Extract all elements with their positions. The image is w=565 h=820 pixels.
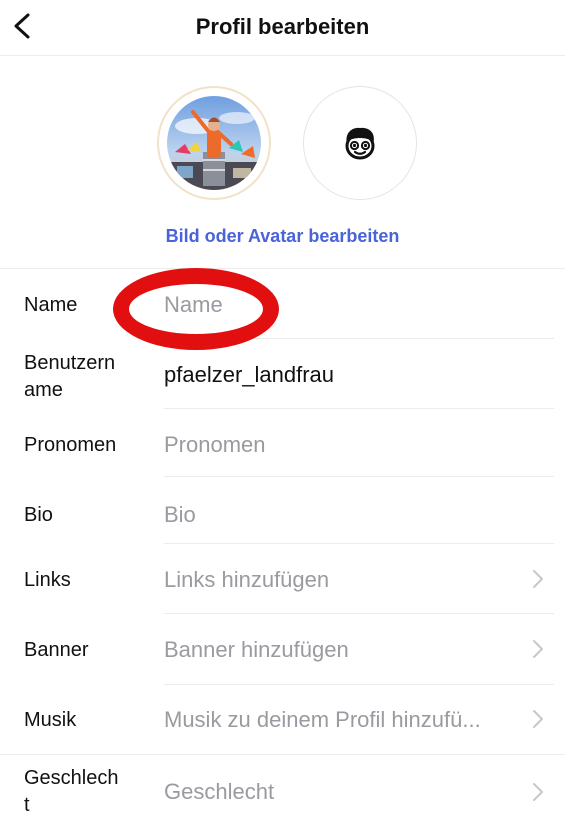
username-label-line2: ame: [24, 379, 63, 401]
row-name[interactable]: [0, 270, 565, 338]
pronouns-input[interactable]: Pronomen: [164, 432, 266, 458]
name-label: Name: [24, 294, 78, 316]
gender-label-line1: Geschlech: [24, 767, 119, 789]
pronouns-label: Pronomen: [24, 434, 117, 456]
chevron-right-icon: [533, 783, 543, 801]
profile-photo[interactable]: [157, 86, 271, 200]
links-label: Links: [24, 569, 71, 591]
gender-input[interactable]: Geschlecht: [164, 779, 274, 805]
username-label-line1: Benutzern: [24, 352, 116, 374]
avatar-option[interactable]: [303, 86, 417, 200]
music-label: Musik: [24, 709, 77, 731]
section-divider: [0, 268, 565, 269]
chevron-right-icon: [533, 640, 543, 658]
username-input[interactable]: pfaelzer_landfrau: [164, 362, 334, 388]
bio-input[interactable]: Bio: [164, 502, 196, 528]
banner-input[interactable]: Banner hinzufügen: [164, 637, 349, 663]
gender-label-line2: t: [24, 794, 30, 816]
row-bio[interactable]: [0, 477, 565, 543]
banner-label: Banner: [24, 639, 89, 661]
cartoon-face-avatar-icon: [345, 127, 375, 160]
chevron-right-icon: [533, 710, 543, 728]
profile-photo-image: [167, 96, 261, 190]
music-input[interactable]: Musik zu deinem Profil hinzufü...: [164, 707, 481, 733]
links-input[interactable]: Links hinzufügen: [164, 567, 329, 593]
page-title: Profil bearbeiten: [195, 14, 370, 39]
edit-photo-or-avatar-link[interactable]: Bild oder Avatar bearbeiten: [0, 226, 565, 247]
top-bar: Profil bearbeiten: [0, 0, 565, 56]
bio-label: Bio: [24, 504, 53, 526]
name-input[interactable]: Name: [164, 292, 223, 318]
chevron-right-icon: [533, 570, 543, 588]
